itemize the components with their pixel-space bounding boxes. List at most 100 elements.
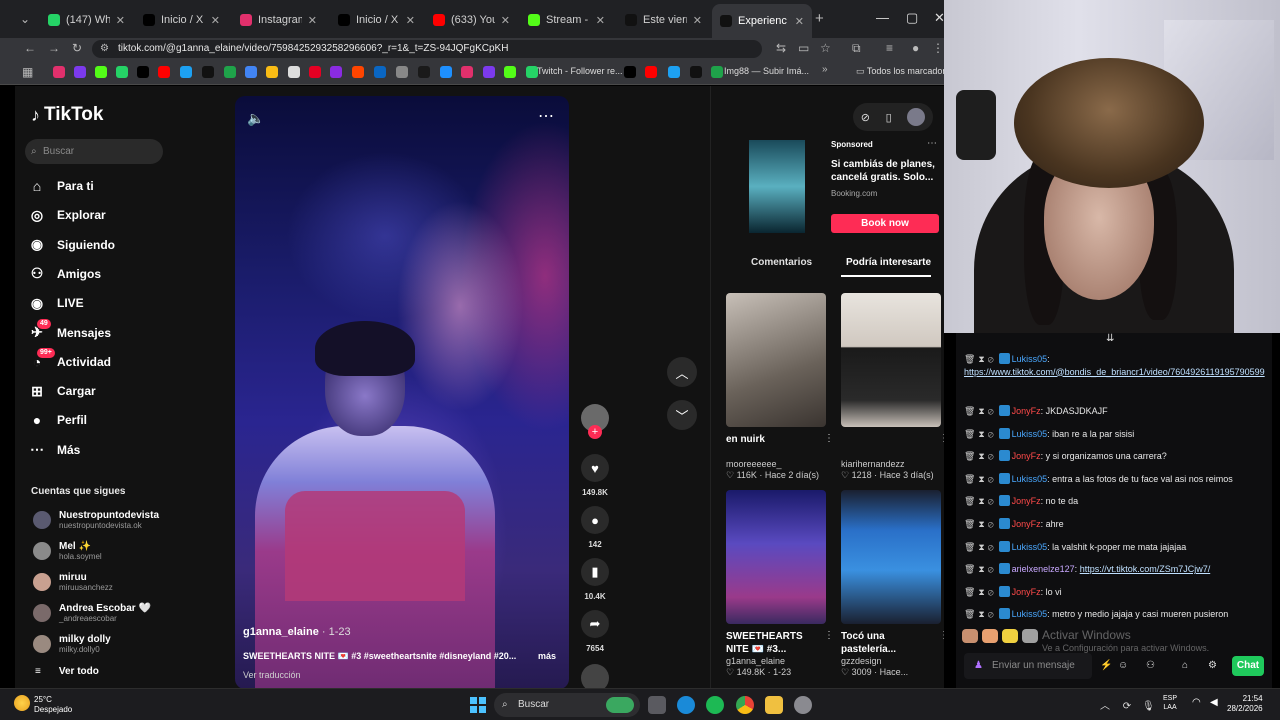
tray-chevron-icon[interactable]: ︿ bbox=[1100, 701, 1110, 712]
bookmark-favicon-icon[interactable] bbox=[245, 66, 257, 78]
share-button[interactable]: ➦ 7654 bbox=[581, 610, 609, 653]
mod-tools-icon[interactable]: 🗑⧗⊘ bbox=[964, 474, 997, 484]
chat-username[interactable]: JonyFz bbox=[1012, 451, 1041, 461]
wifi-icon[interactable]: ◠ bbox=[1192, 697, 1201, 708]
nav-item-cargar[interactable]: ⊞ Cargar bbox=[29, 383, 96, 399]
chat-link[interactable]: https://vt.tiktok.com/ZSm7JCjw7/ bbox=[1080, 564, 1211, 574]
mod-tools-icon[interactable]: 🗑⧗⊘ bbox=[964, 496, 997, 506]
close-tab-icon[interactable]: ✕ bbox=[211, 14, 220, 27]
chat-username[interactable]: JonyFz bbox=[1012, 587, 1041, 597]
device-icon[interactable]: ▯ bbox=[886, 111, 892, 124]
browser-tab[interactable]: Stream - Kick ✕ bbox=[520, 8, 613, 32]
nav-item-perfil[interactable]: ● Perfil bbox=[29, 412, 87, 428]
nav-item-explorar[interactable]: ◎ Explorar bbox=[29, 207, 106, 223]
following-account[interactable]: milky dolly milky.dolly0 bbox=[33, 634, 111, 654]
mod-tools-icon[interactable]: 🗑⧗⊘ bbox=[964, 542, 997, 552]
mod-tools-icon[interactable]: 🗑⧗⊘ bbox=[964, 609, 997, 619]
emote-icon[interactable] bbox=[1002, 629, 1018, 643]
mod-tools-icon[interactable]: 🗑⧗⊘ bbox=[964, 406, 997, 416]
video-author[interactable]: g1anna_elaine · 1-23 bbox=[243, 626, 351, 638]
nav-item-siguiendo[interactable]: ◉ Siguiendo bbox=[29, 236, 115, 253]
chat-username[interactable]: JonyFz bbox=[1012, 496, 1041, 506]
save-button[interactable]: ▮ 10.4K bbox=[581, 558, 609, 601]
close-tab-icon[interactable]: ✕ bbox=[795, 15, 804, 28]
close-tab-icon[interactable]: ✕ bbox=[501, 14, 510, 27]
browser-tab[interactable]: Inicio / X ✕ bbox=[135, 8, 228, 32]
extensions-icon[interactable]: ⧉ bbox=[852, 41, 861, 56]
bookmark-favicon-icon[interactable] bbox=[137, 66, 149, 78]
video-more-icon[interactable]: ⋯ bbox=[538, 106, 554, 126]
creator-avatar[interactable]: + bbox=[581, 404, 609, 439]
browser-tab[interactable]: Inicio / X ✕ bbox=[330, 8, 423, 32]
volume-icon[interactable]: ◀ bbox=[1210, 697, 1218, 708]
bookmark-favicon-icon[interactable] bbox=[309, 66, 321, 78]
chat-username[interactable]: Lukiss05 bbox=[1012, 474, 1048, 484]
video-more-link[interactable]: más bbox=[538, 651, 556, 661]
bookmark-favicon-icon[interactable] bbox=[461, 66, 473, 78]
mod-tools-icon[interactable]: 🗑⧗⊘ bbox=[964, 587, 997, 597]
see-all-button[interactable]: ≡ Ver todo bbox=[35, 666, 99, 677]
forward-icon[interactable]: → bbox=[48, 41, 60, 55]
emote-icon[interactable] bbox=[962, 629, 978, 643]
command-icon[interactable]: ⚡ bbox=[1100, 660, 1112, 671]
card-more-icon[interactable]: ⋮ bbox=[824, 630, 834, 641]
bookmark-favicon-icon[interactable] bbox=[53, 66, 65, 78]
following-account[interactable]: miruu miruusanchezz bbox=[33, 572, 113, 592]
bookmark-favicon-icon[interactable] bbox=[374, 66, 386, 78]
chat-username[interactable]: JonyFz bbox=[1012, 406, 1041, 416]
sound-icon[interactable]: 🔈 bbox=[247, 110, 264, 127]
follow-plus-icon[interactable]: + bbox=[588, 425, 602, 439]
next-video-button[interactable]: ﹀ bbox=[667, 400, 697, 430]
mod-tools-icon[interactable]: 🗑⧗⊘ bbox=[964, 429, 997, 439]
tab-you-may-like[interactable]: Podría interesarte bbox=[846, 257, 931, 268]
music-disc[interactable] bbox=[581, 664, 609, 689]
mic-icon[interactable]: 🎙 bbox=[1142, 701, 1155, 712]
start-button[interactable] bbox=[470, 697, 486, 713]
comment-button[interactable]: ● 142 bbox=[581, 506, 609, 549]
card-more-icon[interactable]: ⋮ bbox=[939, 433, 944, 444]
get-coins-icon[interactable]: ⊘ bbox=[861, 111, 870, 124]
chat-input[interactable]: ♟ Enviar un mensaje bbox=[964, 653, 1092, 679]
like-button[interactable]: ♥ 149.8K bbox=[581, 454, 609, 497]
profile-avatar-icon[interactable]: ● bbox=[912, 41, 919, 55]
card-more-icon[interactable]: ⋮ bbox=[939, 630, 944, 641]
chat-username[interactable]: JonyFz bbox=[1012, 519, 1041, 529]
mod-tools-icon[interactable]: 🗑⧗⊘ bbox=[964, 564, 997, 574]
ad-more-icon[interactable]: ⋯ bbox=[927, 138, 937, 149]
close-tab-icon[interactable]: ✕ bbox=[308, 14, 317, 27]
chat-username[interactable]: Lukiss05 bbox=[1012, 429, 1048, 439]
chrome-icon[interactable] bbox=[736, 696, 754, 714]
chat-username[interactable]: Lukiss05 bbox=[1012, 542, 1048, 552]
bookmark-twitch[interactable]: Twitch - Follower re... bbox=[537, 66, 623, 76]
recommended-video-card[interactable]: kiarihernandezz ♡ 1218 · Hace 3 día(s) ⋮ bbox=[841, 293, 944, 481]
bookmark-favicon-icon[interactable] bbox=[504, 66, 516, 78]
bookmark-favicon-icon[interactable] bbox=[95, 66, 107, 78]
obs-icon[interactable] bbox=[794, 696, 812, 714]
edge-icon[interactable] bbox=[677, 696, 695, 714]
store-icon[interactable]: ⌂ bbox=[1182, 660, 1188, 671]
weather-sun-icon[interactable] bbox=[14, 695, 30, 711]
emoji-icon[interactable]: ☺ bbox=[1118, 660, 1128, 671]
site-info-icon[interactable]: ⚙ bbox=[100, 40, 109, 58]
cast-icon[interactable]: ▭ bbox=[798, 41, 809, 55]
close-tab-icon[interactable]: ✕ bbox=[116, 14, 125, 27]
following-account[interactable]: Mel ✨ hola.soymel bbox=[33, 541, 102, 561]
mod-tools-icon[interactable]: 🗑⧗⊘ bbox=[964, 354, 997, 364]
bookmark-favicon-icon[interactable] bbox=[116, 66, 128, 78]
tiktok-logo[interactable]: ♪ TikTok bbox=[31, 104, 103, 126]
nav-item-mensajes[interactable]: ✈ 49 Mensajes bbox=[29, 318, 111, 341]
reload-icon[interactable]: ↻ bbox=[72, 41, 82, 55]
search-input[interactable]: ⌕ Buscar bbox=[25, 139, 163, 164]
new-tab-button[interactable]: + bbox=[815, 10, 824, 27]
bookmark-favicon-icon[interactable] bbox=[483, 66, 495, 78]
translate-link[interactable]: Ver traducción bbox=[243, 670, 301, 680]
bookmark-favicon-icon[interactable] bbox=[624, 66, 636, 78]
browser-tab[interactable]: Instagram ✕ bbox=[232, 8, 325, 32]
bookmark-favicon-icon[interactable] bbox=[330, 66, 342, 78]
translate-icon[interactable]: ⇆ bbox=[776, 41, 786, 55]
more-bookmarks-icon[interactable]: » bbox=[822, 64, 828, 75]
card-more-icon[interactable]: ⋮ bbox=[824, 433, 834, 444]
chat-username[interactable]: Lukiss05 bbox=[1012, 354, 1048, 364]
minimize-icon[interactable]: — bbox=[876, 10, 889, 25]
recommended-video-card[interactable]: SWEETHEARTS NITE 💌 #3... g1anna_elaine ♡ 1… bbox=[726, 490, 834, 678]
